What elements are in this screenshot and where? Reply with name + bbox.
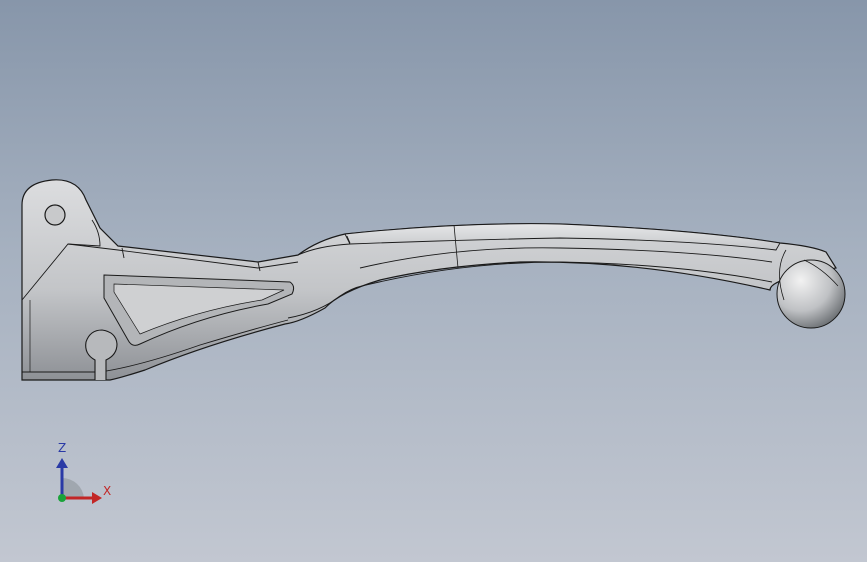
pivot-hole xyxy=(44,204,66,226)
ball-end xyxy=(776,259,846,329)
graphics-viewport[interactable]: Z X xyxy=(0,0,867,562)
z-axis-label: Z xyxy=(58,441,67,455)
brake-lever-model[interactable] xyxy=(0,0,867,562)
x-axis-label: X xyxy=(103,484,112,498)
triad-axes-icon xyxy=(56,458,102,504)
reference-triad[interactable]: Z X xyxy=(44,438,124,510)
